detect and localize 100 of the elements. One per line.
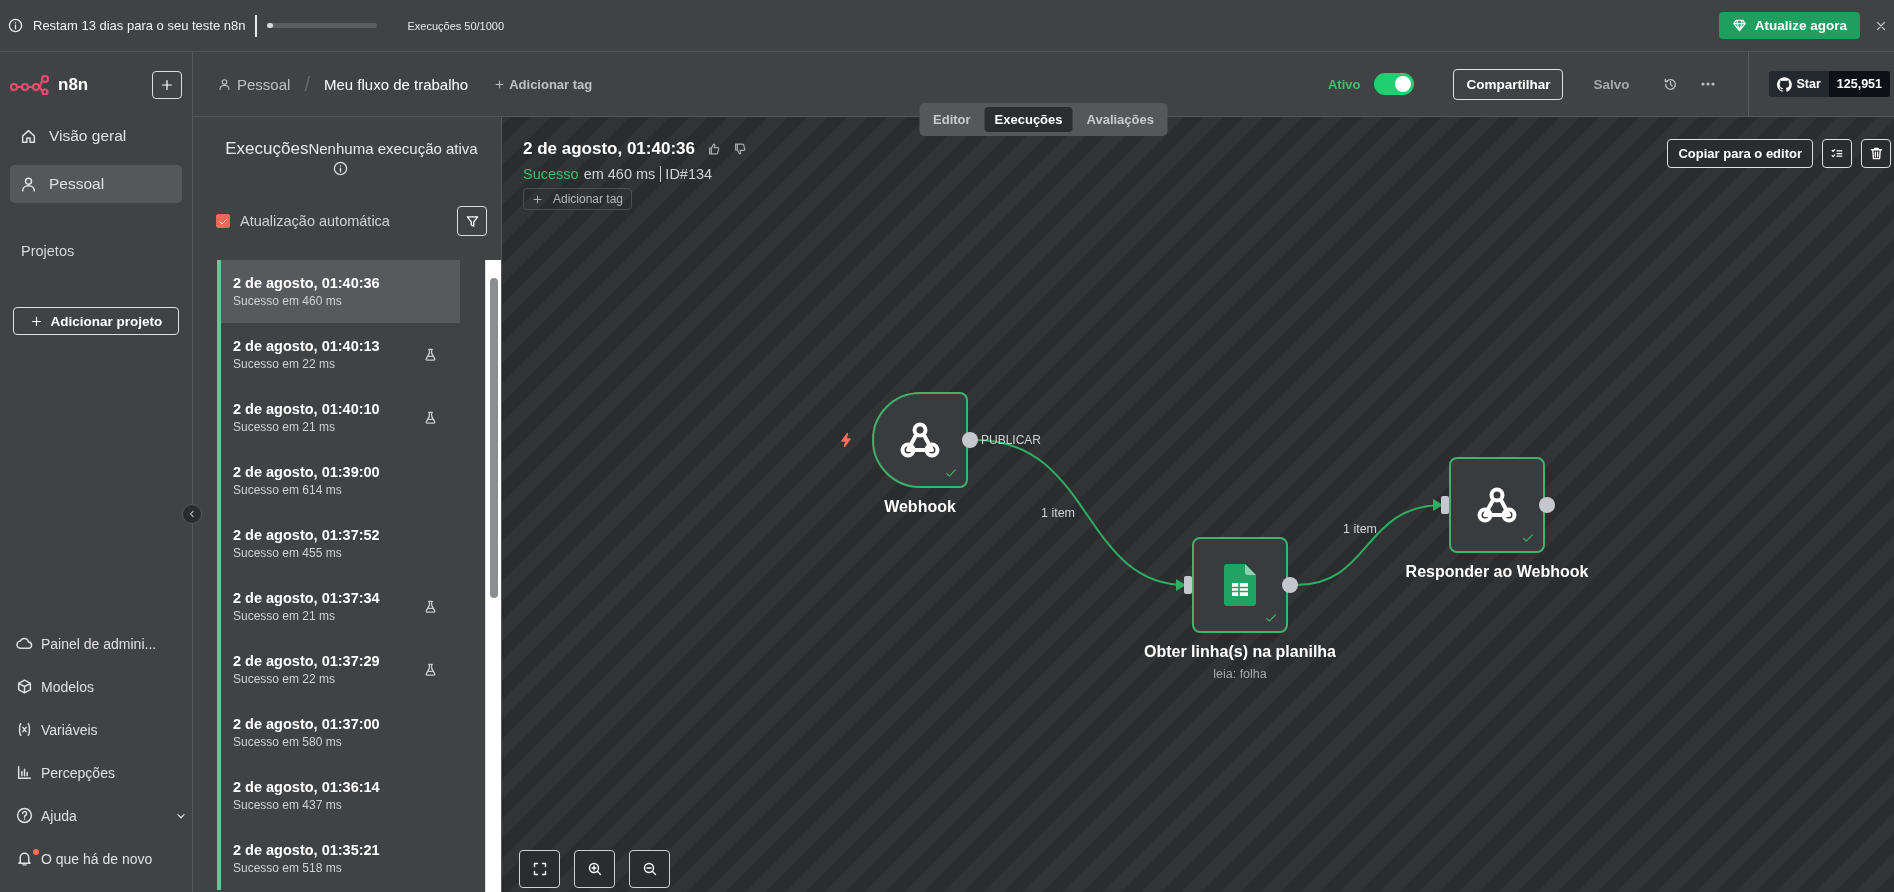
zoom-out-button[interactable]: [629, 850, 670, 888]
checkbox-label: Atualização automática: [240, 213, 390, 229]
fit-view-icon: [531, 861, 548, 877]
auto-refresh-checkbox[interactable]: [216, 214, 230, 228]
filter-button[interactable]: [457, 206, 487, 236]
thumbs-down-button[interactable]: [732, 142, 747, 156]
flask-icon: [423, 410, 438, 425]
add-tag-button[interactable]: Adicionar tag: [488, 75, 599, 93]
logo-text: n8n: [58, 74, 89, 95]
zoom-in-button[interactable]: [574, 850, 615, 888]
history-icon: [1663, 76, 1679, 92]
active-toggle[interactable]: [1374, 73, 1415, 95]
fit-view-button[interactable]: [519, 850, 560, 888]
panel-title: Execuções: [225, 139, 309, 159]
bell-icon: [16, 850, 33, 867]
execution-item[interactable]: 2 de agosto, 01:35:21 Sucesso em 518 ms: [217, 827, 460, 890]
active-label: Ativo: [1327, 76, 1361, 92]
info-icon: [8, 18, 23, 33]
input-port[interactable]: [1184, 576, 1192, 594]
scrollbar[interactable]: [485, 260, 501, 892]
input-port[interactable]: [1441, 496, 1449, 514]
connection-label: 1 item: [1343, 522, 1377, 536]
collapse-button[interactable]: [182, 504, 202, 524]
zoom-out-icon: [641, 861, 658, 877]
github-icon: [1777, 76, 1793, 92]
sidebar-item[interactable]: Ajuda: [10, 794, 188, 837]
flask-icon: [423, 662, 438, 677]
workflow-node[interactable]: [872, 392, 968, 488]
node-name: Webhook: [884, 498, 956, 516]
spreadsheet-icon: [1224, 564, 1256, 606]
output-label: PUBLICAR: [981, 433, 1042, 447]
filter-icon: [464, 213, 480, 229]
thumbs-up-icon: [706, 142, 721, 156]
home-icon: [20, 127, 37, 145]
github-star-button[interactable]: Star 125,951: [1769, 71, 1890, 97]
sidebar-item[interactable]: Painel de admini...: [10, 622, 188, 665]
execution-item[interactable]: 2 de agosto, 01:37:00 Sucesso em 580 ms: [217, 701, 460, 764]
sidebar-item[interactable]: Variáveis: [10, 708, 188, 751]
flask-icon: [423, 599, 438, 614]
execution-item[interactable]: 2 de agosto, 01:37:29 Sucesso em 22 ms: [217, 638, 460, 701]
output-port[interactable]: [962, 432, 978, 448]
execution-item[interactable]: 2 de agosto, 01:40:13 Sucesso em 22 ms: [217, 323, 460, 386]
view-tab[interactable]: Avaliações: [1076, 107, 1164, 132]
breadcrumb-separator: /: [304, 72, 310, 96]
execution-item[interactable]: 2 de agosto, 01:39:00 Sucesso em 614 ms: [217, 449, 460, 512]
node-name: Obter linha(s) na planilha: [1144, 643, 1336, 661]
plus-icon: [160, 77, 174, 92]
check-icon: [1264, 611, 1278, 625]
node-name: Responder ao Webhook: [1405, 563, 1589, 581]
workflow-name[interactable]: Meu fluxo de trabalho: [323, 75, 469, 93]
chart-icon: [16, 764, 33, 781]
view-tab[interactable]: Editor: [923, 107, 981, 132]
share-button[interactable]: Compartilhar: [1453, 68, 1564, 100]
usage-label: Execuções 50/1000: [407, 19, 505, 32]
thumbs-up-button[interactable]: [706, 142, 721, 156]
execution-item[interactable]: 2 de agosto, 01:40:36 Sucesso em 460 ms: [217, 260, 460, 323]
flask-icon: [423, 347, 438, 362]
create-button[interactable]: [152, 70, 182, 99]
user-icon: [20, 175, 37, 193]
trash-icon: [1868, 146, 1884, 161]
box-icon: [16, 678, 33, 695]
output-port[interactable]: [1539, 497, 1555, 513]
thumbs-down-icon: [732, 142, 747, 156]
sidebar-item[interactable]: Visão geral: [10, 117, 182, 155]
sidebar-item[interactable]: Modelos: [10, 665, 188, 708]
execution-item[interactable]: 2 de agosto, 01:36:14 Sucesso em 437 ms: [217, 764, 460, 827]
check-icon: [1521, 531, 1535, 545]
plus-icon: [494, 78, 506, 90]
user-icon: [218, 77, 231, 91]
logo-icon: [10, 74, 50, 95]
connection-label: 1 item: [1041, 506, 1075, 520]
execution-duration: em 460 ms: [583, 166, 656, 182]
check-icon: [944, 466, 958, 480]
breadcrumb-link[interactable]: Pessoal: [237, 75, 291, 93]
execution-item[interactable]: 2 de agosto, 01:37:52 Sucesso em 455 ms: [217, 512, 460, 575]
output-port[interactable]: [1282, 577, 1298, 593]
execution-title: 2 de agosto, 01:40:36: [523, 139, 695, 159]
view-tab[interactable]: Execuções: [984, 107, 1073, 132]
zoom-in-icon: [586, 861, 603, 877]
panel-status: Nenhuma execução ativa: [308, 140, 478, 157]
execution-item[interactable]: 2 de agosto, 01:40:10 Sucesso em 21 ms: [217, 386, 460, 449]
diamond-icon: [1731, 18, 1747, 33]
execution-id: ID#134: [660, 166, 713, 182]
help-icon: [16, 807, 33, 824]
delete-button[interactable]: [1861, 139, 1891, 168]
variable-icon: [16, 721, 33, 738]
plus-icon: [29, 314, 43, 328]
info-icon: [333, 161, 348, 176]
sidebar-item[interactable]: O que há de novo: [10, 837, 188, 880]
sidebar-item[interactable]: Pessoal: [10, 165, 182, 203]
save-status: Salvo: [1593, 76, 1630, 92]
execution-item[interactable]: 2 de agosto, 01:37:34 Sucesso em 21 ms: [217, 575, 460, 638]
sidebar-item[interactable]: Percepções: [10, 751, 188, 794]
workflow-node[interactable]: [1192, 537, 1288, 633]
cloud-icon: [16, 635, 33, 652]
copy-to-editor-button[interactable]: Copiar para o editor: [1667, 139, 1813, 168]
add-tag-button[interactable]: Adicionar tag: [523, 188, 633, 210]
workflow-node[interactable]: [1449, 457, 1545, 553]
annotate-button[interactable]: [1822, 139, 1852, 168]
add-project-button[interactable]: Adicionar projeto: [13, 307, 179, 335]
